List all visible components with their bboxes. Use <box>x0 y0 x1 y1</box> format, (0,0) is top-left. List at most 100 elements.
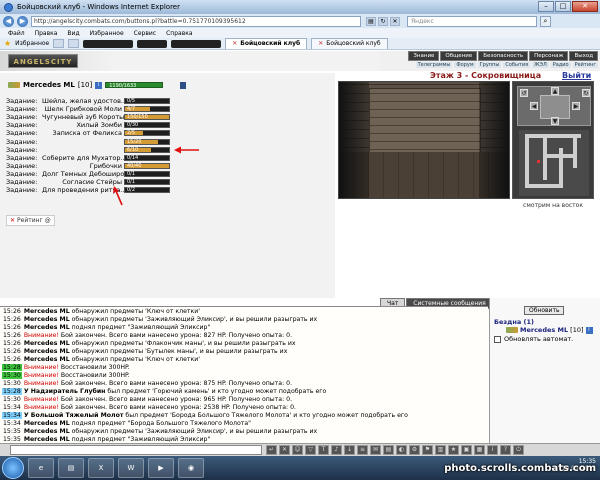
star-icon[interactable]: ★ <box>448 445 459 455</box>
scroll-icon[interactable]: ↓ <box>344 445 355 455</box>
address-input[interactable]: http://angelscity.combats.com/buttons.pl… <box>31 15 361 27</box>
start-button[interactable] <box>2 457 24 479</box>
add-favorite-icon[interactable] <box>53 39 65 48</box>
chat-timestamp[interactable]: 15:34 <box>2 412 22 419</box>
chat-nick[interactable]: Mercedes ML <box>24 340 70 347</box>
chat-nick[interactable]: Mercedes ML <box>24 324 70 331</box>
move-back-icon[interactable]: ▼ <box>551 117 559 125</box>
smiley-icon[interactable]: ☺ <box>292 445 303 455</box>
map-icon[interactable]: ▦ <box>474 445 485 455</box>
private-icon[interactable]: ✉ <box>370 445 381 455</box>
back-icon[interactable]: ◀ <box>3 15 14 27</box>
rotate-right-icon[interactable]: ↻ <box>582 89 590 97</box>
task-name[interactable]: Записка от Феликса <box>42 129 124 137</box>
chat-nick[interactable]: Mercedes ML <box>24 420 70 427</box>
chat-timestamp[interactable]: 15:35 <box>2 436 22 443</box>
menu-view[interactable]: Вид <box>67 30 79 37</box>
task-name[interactable]: Шелк Грибковой Моли <box>42 105 124 113</box>
stop-icon[interactable]: ✕ <box>390 16 400 26</box>
task-name[interactable]: Грибочки <box>42 162 124 170</box>
nav-security[interactable]: Безопасность <box>478 51 529 61</box>
chat-timestamp[interactable]: 15:35 <box>2 428 22 435</box>
log-icon[interactable]: ▤ <box>383 445 394 455</box>
task-name[interactable]: Соберите для Мухатор... <box>42 154 124 162</box>
refresh-button[interactable]: Обновить <box>524 306 565 315</box>
flag-icon[interactable] <box>180 81 187 89</box>
channel-icon[interactable]: ≡ <box>357 445 368 455</box>
chat-timestamp[interactable]: 15:26 <box>2 316 22 323</box>
subnav-telegrams[interactable]: Телеграммы <box>415 62 453 68</box>
nav-character[interactable]: Персонаж <box>529 51 569 61</box>
rotate-left-icon[interactable]: ↺ <box>520 89 528 97</box>
book-icon[interactable]: ▥ <box>435 445 446 455</box>
rating-widget[interactable]: ✕ Рейтинг @ <box>6 215 55 226</box>
chat-timestamp[interactable]: 15:30 <box>2 380 22 387</box>
chat-nick[interactable]: Mercedes ML <box>24 436 70 443</box>
chat-nick[interactable]: Mercedes ML <box>24 428 70 435</box>
flag-icon[interactable]: ⚑ <box>422 445 433 455</box>
sound-icon[interactable]: ♪ <box>331 445 342 455</box>
chat-timestamp[interactable]: 15:26 <box>2 356 22 363</box>
subnav-events[interactable]: События <box>503 62 531 68</box>
player-name[interactable]: Mercedes ML <box>520 326 568 334</box>
refresh-icon[interactable]: ↻ <box>378 16 388 26</box>
taskbar-ie-icon[interactable]: e <box>28 458 54 478</box>
taskbar-media-icon[interactable]: ▶ <box>148 458 174 478</box>
chat-timestamp[interactable]: 15:28 <box>2 388 22 395</box>
chat-nick[interactable]: У Большой Тяжелый Молот <box>24 412 124 419</box>
chat-timestamp[interactable]: 15:26 <box>2 324 22 331</box>
info-icon[interactable]: i <box>585 326 593 334</box>
menu-tools[interactable]: Сервис <box>134 30 156 37</box>
chat-timestamp[interactable]: 15:34 <box>2 404 22 411</box>
auto-refresh-checkbox[interactable] <box>494 335 501 343</box>
subnav-groups[interactable]: Группы <box>477 62 502 68</box>
chat-timestamp[interactable]: 15:26 <box>2 332 22 339</box>
maximize-button[interactable]: □ <box>555 1 571 12</box>
subnav-zhel[interactable]: ЖЭЛ <box>532 62 549 68</box>
turn-right-icon[interactable]: ▶ <box>572 102 580 110</box>
dungeon-view[interactable] <box>338 81 510 199</box>
tab-close-icon[interactable]: ✕ <box>318 39 323 49</box>
chat-nick[interactable]: Mercedes ML <box>24 308 70 315</box>
player-entry[interactable]: Mercedes ML [10] i <box>506 326 593 334</box>
menu-edit[interactable]: Правка <box>35 30 58 37</box>
task-name[interactable]: Долг Темных Дебоширов <box>42 170 124 178</box>
lock-icon[interactable]: ▣ <box>461 445 472 455</box>
menu-help[interactable]: Справка <box>166 30 192 37</box>
tab-close-icon[interactable]: ✕ <box>232 39 237 49</box>
task-name[interactable]: Хилый Зомби <box>42 121 124 129</box>
subnav-forum[interactable]: Форум <box>454 62 476 68</box>
tab-combats[interactable]: ✕ Бойцовский клуб <box>311 38 388 49</box>
move-forward-icon[interactable]: ▲ <box>551 87 559 95</box>
favorites-star-icon[interactable]: ★ <box>4 39 11 48</box>
nav-communication[interactable]: Общение <box>440 51 478 61</box>
exit-link[interactable]: Выйти <box>562 71 591 80</box>
chat-timestamp[interactable]: 15:34 <box>2 420 22 427</box>
chat-timestamp[interactable]: 15:26 <box>2 340 22 347</box>
color-icon[interactable]: ◐ <box>396 445 407 455</box>
tab-list-icon[interactable] <box>68 39 80 48</box>
help-icon[interactable]: ? <box>500 445 511 455</box>
settings-icon[interactable]: ⚙ <box>409 445 420 455</box>
chat-timestamp[interactable]: 15:30 <box>2 396 22 403</box>
character-name[interactable]: Mercedes ML <box>23 81 75 89</box>
info-icon[interactable]: i <box>487 445 498 455</box>
info-icon[interactable]: i <box>95 81 103 89</box>
favorites-label[interactable]: Избранное <box>15 40 49 47</box>
taskbar-excel-icon[interactable]: X <box>88 458 114 478</box>
subnav-rating[interactable]: Рейтинг <box>572 62 598 68</box>
search-input[interactable]: Яндекс <box>407 15 537 27</box>
menu-file[interactable]: Файл <box>8 30 25 37</box>
compat-icon[interactable]: ▤ <box>366 16 376 26</box>
chat-nick[interactable]: Mercedes ML <box>24 316 70 323</box>
minimize-button[interactable]: – <box>538 1 554 12</box>
exit-icon[interactable]: ⏻ <box>513 445 524 455</box>
send-icon[interactable]: ↵ <box>266 445 277 455</box>
search-icon[interactable]: ⌕ <box>540 15 551 27</box>
nav-knowledge[interactable]: Знание <box>408 51 440 61</box>
task-name[interactable]: Шейла, желая удостов... <box>42 97 124 105</box>
tab-combats-active[interactable]: ✕ Бойцовский клуб <box>225 38 308 49</box>
taskbar-browser-icon[interactable]: ◉ <box>178 458 204 478</box>
taskbar-explorer-icon[interactable]: ▤ <box>58 458 84 478</box>
chat-timestamp[interactable]: 15:28 <box>2 364 22 371</box>
